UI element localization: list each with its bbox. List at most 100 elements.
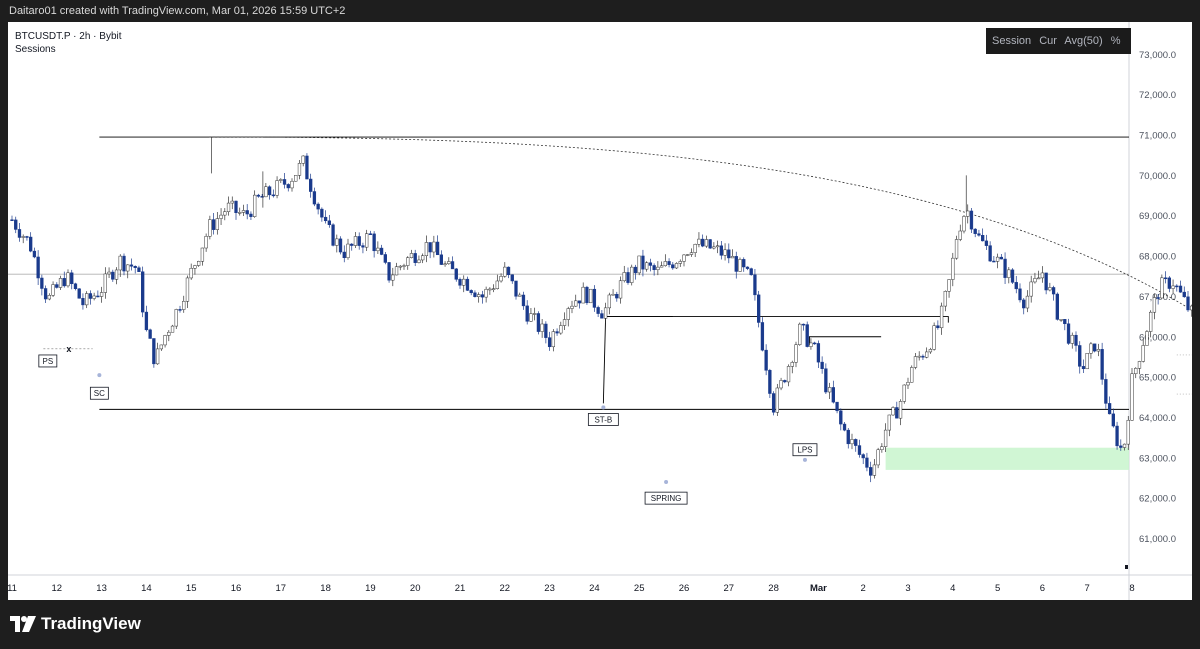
wyckoff-label-text: SC bbox=[94, 389, 105, 398]
candle bbox=[424, 235, 429, 263]
legend-pct[interactable]: % bbox=[1111, 35, 1121, 47]
candle bbox=[462, 275, 466, 293]
candle-body bbox=[62, 278, 66, 287]
candle bbox=[402, 263, 406, 270]
candle bbox=[544, 321, 548, 344]
candle bbox=[1018, 283, 1022, 303]
candle bbox=[995, 253, 1000, 269]
candle-body bbox=[346, 243, 350, 259]
candle-body bbox=[1093, 343, 1097, 352]
candle-body bbox=[129, 264, 134, 267]
attribution-bar: Daitaro01 created with TradingView.com, … bbox=[0, 0, 1200, 22]
candle-body bbox=[611, 293, 615, 296]
candle-body bbox=[984, 240, 989, 246]
candle-body bbox=[820, 361, 824, 369]
candle bbox=[391, 267, 395, 287]
candle bbox=[495, 274, 499, 290]
candle-body bbox=[1051, 287, 1056, 295]
candle bbox=[555, 328, 559, 336]
candle bbox=[454, 268, 458, 282]
candle-body bbox=[1070, 334, 1074, 344]
candle-body bbox=[73, 283, 78, 289]
candle bbox=[40, 274, 44, 296]
candle-body bbox=[805, 324, 809, 347]
candle-body bbox=[626, 272, 630, 283]
structure-line bbox=[808, 336, 882, 345]
price-chart[interactable]: 73,000.0 72,000.0 71,000.0 70,000.0 69,000.0… bbox=[8, 22, 1192, 600]
candle bbox=[630, 264, 634, 286]
low-point-dot bbox=[802, 457, 807, 462]
candle-body bbox=[66, 272, 70, 287]
candle bbox=[488, 287, 492, 295]
candle-body bbox=[14, 219, 18, 230]
candle bbox=[939, 302, 944, 335]
candle bbox=[323, 210, 328, 224]
candle bbox=[1010, 268, 1015, 284]
y-tick-label: 65,000.0 bbox=[1139, 373, 1176, 384]
candle bbox=[988, 241, 992, 263]
candle bbox=[813, 341, 817, 345]
candle-body bbox=[223, 211, 227, 216]
x-tick-label: 20 bbox=[410, 583, 421, 594]
candle-body bbox=[783, 380, 787, 383]
candle bbox=[1048, 282, 1052, 292]
scroll-marker bbox=[1125, 565, 1128, 569]
candle bbox=[491, 284, 496, 293]
candle-body bbox=[230, 200, 234, 204]
candle bbox=[365, 229, 369, 252]
candle-body bbox=[1003, 258, 1007, 278]
candle-body bbox=[891, 407, 895, 416]
candle-body bbox=[1171, 285, 1175, 289]
x-tick-label: 17 bbox=[276, 583, 287, 594]
candle-body bbox=[816, 343, 821, 363]
candle-body bbox=[133, 266, 137, 268]
candle bbox=[73, 282, 78, 291]
candle-body bbox=[540, 323, 544, 332]
x-tick-label: 21 bbox=[455, 583, 466, 594]
candle bbox=[99, 286, 104, 303]
y-tick-label: 72,000.0 bbox=[1139, 90, 1176, 101]
candle bbox=[114, 267, 119, 285]
candle-body bbox=[966, 210, 970, 217]
candle bbox=[1044, 272, 1048, 295]
candle bbox=[428, 242, 432, 259]
candle-body bbox=[40, 277, 44, 289]
tradingview-logo[interactable]: TradingView bbox=[10, 614, 141, 634]
candle bbox=[910, 365, 914, 383]
candle bbox=[540, 318, 544, 338]
candle-body bbox=[279, 179, 283, 181]
candle-body bbox=[309, 178, 313, 192]
candle bbox=[234, 200, 238, 220]
candle-body bbox=[958, 230, 962, 240]
candle bbox=[357, 232, 361, 250]
candle-body bbox=[954, 239, 959, 259]
legend-session[interactable]: Session bbox=[992, 35, 1031, 47]
candle bbox=[921, 354, 925, 360]
legend-cur[interactable]: Cur bbox=[1039, 35, 1057, 47]
candle-body bbox=[551, 331, 555, 348]
candle bbox=[193, 264, 197, 275]
candle-body bbox=[17, 229, 22, 238]
candle bbox=[1115, 421, 1119, 450]
candle bbox=[17, 223, 22, 242]
legend-avg[interactable]: Avg(50) bbox=[1064, 35, 1102, 47]
candle-body bbox=[353, 236, 358, 246]
candle-body bbox=[159, 344, 163, 350]
candle-body bbox=[1055, 293, 1059, 320]
candle-body bbox=[1122, 443, 1127, 448]
chart-area[interactable]: 73,000.0 72,000.0 71,000.0 70,000.0 69,000.0… bbox=[8, 22, 1192, 600]
candle bbox=[1167, 276, 1171, 293]
candle-body bbox=[155, 348, 160, 365]
candle-body bbox=[1175, 285, 1179, 288]
x-tick-label: 19 bbox=[365, 583, 376, 594]
sessions-legend[interactable]: Session Cur Avg(50) % bbox=[986, 28, 1131, 54]
candle bbox=[1022, 298, 1026, 315]
candle-body bbox=[88, 293, 93, 299]
candle-body bbox=[663, 261, 667, 267]
candle-body bbox=[249, 213, 253, 217]
candle bbox=[159, 344, 163, 351]
candle bbox=[1130, 367, 1134, 421]
candle-body bbox=[1145, 331, 1149, 346]
candle bbox=[223, 208, 227, 221]
candle-body bbox=[256, 194, 261, 197]
